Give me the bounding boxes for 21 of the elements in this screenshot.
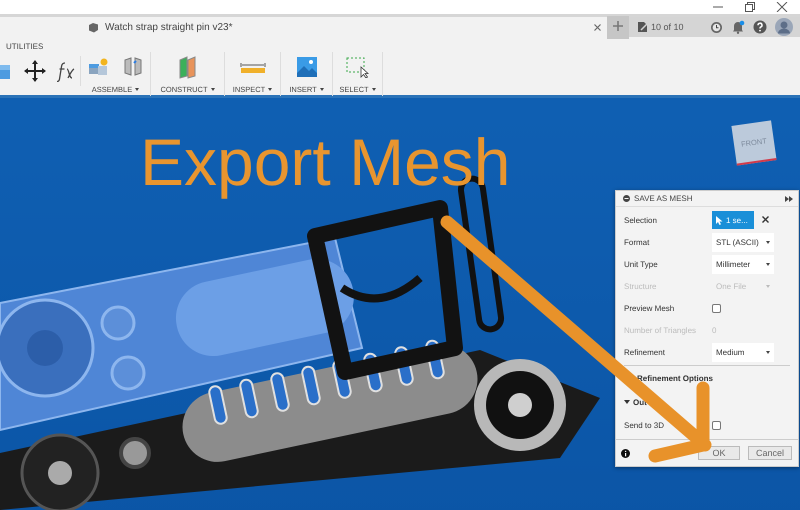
selection-button[interactable]: 1 se... — [712, 211, 754, 229]
dialog-title: SAVE AS MESH — [634, 194, 694, 203]
section-toggle[interactable]: Refinement Options — [637, 366, 714, 390]
field-label: Send to 3D — [624, 420, 664, 430]
field-label: Refinement — [624, 348, 665, 356]
field-label: Structure — [624, 282, 656, 290]
overlay-title: Export Mesh — [140, 124, 510, 200]
utilities-tab[interactable]: UTILITIES — [0, 37, 800, 52]
field-label: Number of Triangles — [624, 326, 696, 334]
cancel-button[interactable]: Cancel — [748, 446, 792, 460]
triangle-count: 0 — [712, 326, 716, 334]
version-counter[interactable]: 10 of 10 — [651, 22, 684, 32]
document-tab[interactable]: Watch strap straight pin v23* — [0, 17, 607, 37]
field-label: Preview Mesh — [624, 304, 674, 312]
document-title: Watch strap straight pin v23* — [105, 22, 234, 32]
dropdown[interactable]: Millimeter — [712, 254, 774, 274]
dropdown[interactable]: STL (ASCII) — [712, 232, 774, 252]
field-label: Unit Type — [624, 260, 658, 268]
dropdown[interactable]: Medium — [712, 342, 774, 362]
field-label: Format — [624, 238, 650, 246]
field-label: Selection — [624, 216, 657, 224]
